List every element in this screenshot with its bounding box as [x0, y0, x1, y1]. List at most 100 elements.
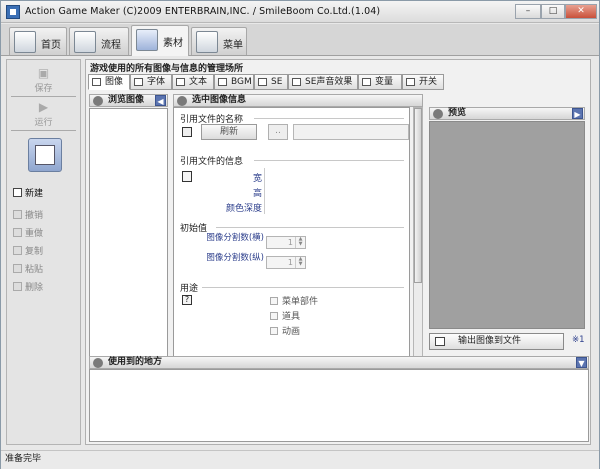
- run-button[interactable]: ▶ 运行: [7, 100, 80, 128]
- subtab-variable[interactable]: 变量: [358, 74, 402, 90]
- collapse-right-icon[interactable]: ▶: [572, 108, 583, 119]
- speaker-icon: [292, 78, 301, 86]
- image-browser-list[interactable]: [89, 108, 168, 370]
- save-label: 保存: [34, 84, 53, 94]
- checkbox-label: 道具: [282, 312, 301, 322]
- status-text: 准备完毕: [5, 454, 42, 464]
- width-label: 宽: [252, 174, 262, 184]
- flow-icon: [74, 31, 96, 53]
- subtab-label: 文本: [189, 77, 208, 87]
- text-icon: [176, 78, 185, 86]
- material-tabs: 图像 字体 文本 BGM SE SE声音效果 变量 开关: [88, 74, 588, 90]
- checkbox-icon: [270, 312, 278, 320]
- material-mode-button[interactable]: [28, 138, 62, 172]
- scrollbar-thumb[interactable]: [414, 108, 422, 283]
- redo-button[interactable]: 重做: [13, 226, 43, 239]
- tab-label: 首页: [41, 40, 61, 51]
- info-header: 选中图像信息: [173, 94, 423, 107]
- export-image-button[interactable]: 输出图像到文件: [429, 333, 564, 350]
- usage-menu-part-checkbox[interactable]: 菜单部件: [270, 294, 318, 307]
- v-split-stepper[interactable]: 1 ▲ ▼: [266, 256, 306, 269]
- usage-list[interactable]: [89, 369, 589, 442]
- subtab-se[interactable]: SE: [254, 74, 288, 90]
- undo-button[interactable]: 撤销: [13, 208, 43, 221]
- v-split-value: 1: [287, 258, 293, 267]
- maximize-button[interactable]: □: [541, 4, 565, 19]
- subtab-label: 开关: [419, 77, 438, 87]
- copy-label: 复制: [25, 247, 44, 257]
- spin-arrows-icon[interactable]: ▲ ▼: [295, 237, 305, 248]
- info-scrollbar[interactable]: [413, 107, 423, 370]
- export-image-label: 输出图像到文件: [458, 336, 522, 346]
- status-bar: 准备完毕: [1, 450, 599, 469]
- subtab-image[interactable]: 图像: [88, 74, 130, 90]
- browse-header: 浏览图像 ◀: [89, 94, 168, 107]
- usage-item-checkbox[interactable]: 道具: [270, 309, 300, 322]
- image-info-panel: 引用文件的名称 刷新 .. 引用文件的信息 宽 高 颜色深度 初始值 图像分割数…: [173, 107, 410, 370]
- v-split-label: 图像分割数(纵): [206, 253, 264, 263]
- height-label: 高: [252, 189, 262, 199]
- bullet-icon: [93, 96, 103, 106]
- checkbox-label: 菜单部件: [282, 297, 319, 307]
- tab-label: 流程: [101, 40, 121, 51]
- checkbox-icon: [270, 297, 278, 305]
- subtab-label: 图像: [105, 77, 124, 87]
- tab-label: 菜单: [223, 40, 243, 51]
- preview-header: 预览 ▶: [429, 107, 585, 120]
- ref-file-info-label: 引用文件的信息: [180, 157, 244, 167]
- subtab-font[interactable]: 字体: [130, 74, 172, 90]
- subtab-text[interactable]: 文本: [172, 74, 214, 90]
- spin-arrows-icon[interactable]: ▲ ▼: [295, 257, 305, 268]
- tab-material[interactable]: 素材: [131, 25, 189, 56]
- save-icon: [182, 127, 192, 137]
- undo-label: 撤销: [25, 211, 44, 221]
- subtab-label: 变量: [375, 77, 394, 87]
- used-header-label: 使用到的地方: [108, 357, 163, 367]
- minimize-button[interactable]: –: [515, 4, 541, 19]
- collapse-down-icon[interactable]: ▼: [576, 357, 587, 368]
- usage-animation-checkbox[interactable]: 动画: [270, 324, 300, 337]
- material-icon: [136, 29, 158, 51]
- subtab-se-voice[interactable]: SE声音效果: [288, 74, 358, 90]
- window-title: Action Game Maker (C)2009 ENTERBRAIN,INC…: [25, 6, 381, 17]
- color-depth-label: 颜色深度: [225, 204, 262, 214]
- paste-button[interactable]: 粘贴: [13, 262, 43, 275]
- delete-label: 删除: [25, 283, 44, 293]
- subtab-switch[interactable]: 开关: [402, 74, 444, 90]
- delete-icon: [13, 282, 22, 291]
- undo-icon: [13, 210, 22, 219]
- browse-file-button[interactable]: ..: [268, 124, 288, 140]
- help-icon: ?: [182, 295, 192, 305]
- menu-icon: [196, 31, 218, 53]
- run-label: 运行: [34, 118, 53, 128]
- new-button[interactable]: 新建: [13, 186, 43, 199]
- browse-header-label: 浏览图像: [108, 95, 145, 105]
- divider: [254, 160, 404, 161]
- panel-title: 游戏使用的所有图像与信息的管理场所: [90, 64, 244, 74]
- usage-label: 用途: [180, 284, 199, 294]
- tab-home[interactable]: 首页: [9, 27, 67, 55]
- subtab-bgm[interactable]: BGM: [214, 74, 254, 90]
- delete-button[interactable]: 删除: [13, 280, 43, 293]
- collapse-left-icon[interactable]: ◀: [155, 95, 166, 106]
- copy-button[interactable]: 复制: [13, 244, 43, 257]
- divider: [202, 287, 404, 288]
- app-window: Action Game Maker (C)2009 ENTERBRAIN,INC…: [0, 0, 600, 469]
- tab-menu[interactable]: 菜单: [191, 27, 247, 55]
- image-icon: [92, 78, 101, 86]
- h-split-label: 图像分割数(横): [206, 233, 264, 243]
- save-icon: [435, 337, 445, 346]
- preview-header-label: 预览: [448, 108, 467, 118]
- tab-flow[interactable]: 流程: [69, 27, 129, 55]
- file-name-field[interactable]: [293, 124, 409, 140]
- redo-icon: [13, 228, 22, 237]
- close-button[interactable]: ✕: [565, 4, 597, 19]
- save-button[interactable]: ▣ 保存: [7, 66, 80, 94]
- info-vline: [264, 168, 265, 214]
- font-icon: [134, 78, 143, 86]
- used-header: 使用到的地方 ▼: [89, 356, 589, 369]
- refresh-button[interactable]: 刷新: [201, 124, 257, 140]
- h-split-stepper[interactable]: 1 ▲ ▼: [266, 236, 306, 249]
- tab-label: 素材: [163, 38, 183, 49]
- paste-icon: [13, 264, 22, 273]
